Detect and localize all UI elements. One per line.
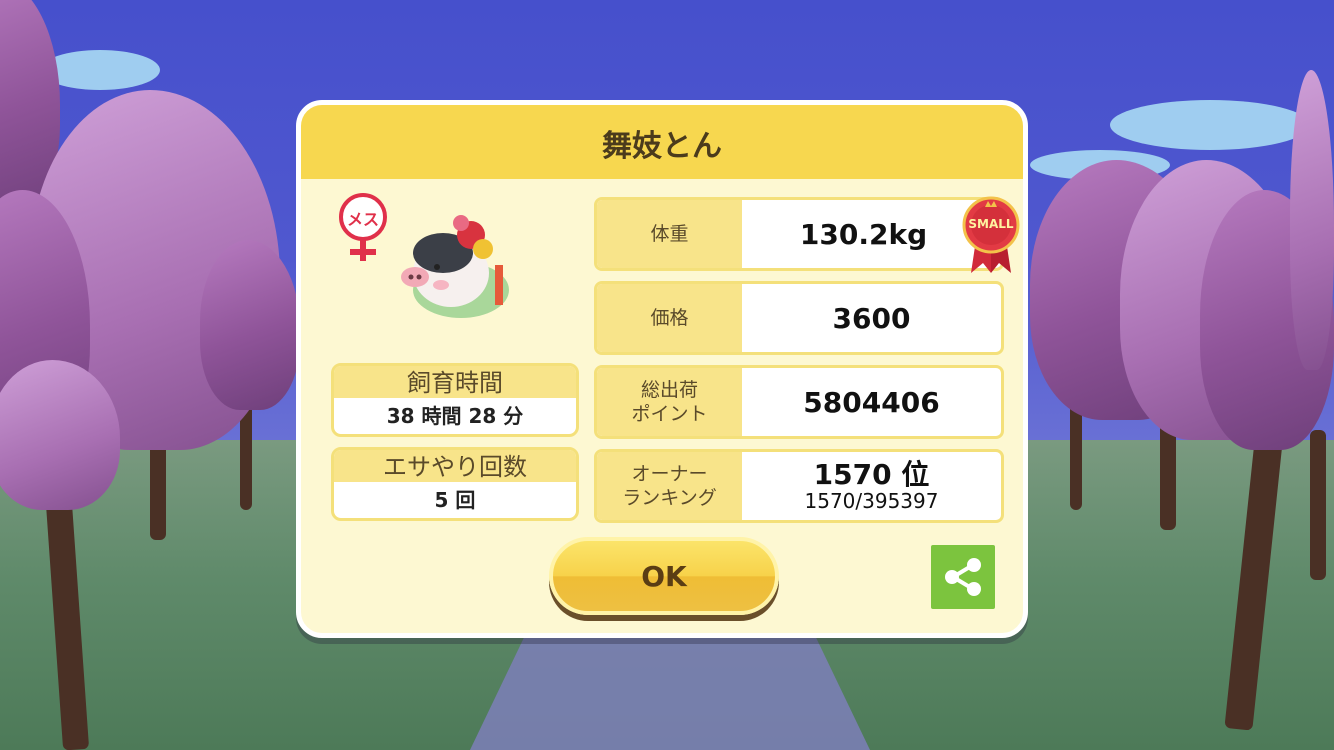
stat-value: 5 回 (434, 488, 476, 512)
stat-raising-time: 飼育時間 38 時間 28 分 (331, 363, 579, 437)
gender-label: メス (346, 210, 379, 229)
share-icon (945, 558, 981, 596)
female-icon (337, 193, 389, 269)
row-value: 1570 位 1570/395397 (742, 452, 1001, 520)
stat-label: 飼育時間 (334, 366, 576, 398)
pig-result-dialog: 舞妓とん メス 飼育時間 38 時間 28 分 エサやり回数 5 回 体重 13… (296, 100, 1028, 638)
small-ribbon-icon: SMALL (961, 195, 1021, 275)
dialog-title: 舞妓とん (301, 105, 1023, 179)
stat-feed-count: エサやり回数 5 回 (331, 447, 579, 521)
row-label: 総出荷 ポイント (597, 368, 742, 436)
row-label: オーナー ランキング (597, 452, 742, 520)
row-label-line: ランキング (622, 487, 717, 509)
stat-label: エサやり回数 (334, 450, 576, 482)
stat-value: 38 時間 28 分 (386, 404, 524, 428)
ribbon-label: SMALL (968, 217, 1014, 231)
row-value: 5804406 (803, 385, 940, 419)
pig-character (391, 205, 521, 325)
row-label-line: 総出荷 (640, 379, 698, 401)
ok-button[interactable]: OK (549, 537, 779, 615)
tree-trunk (1310, 430, 1326, 580)
row-total-points: 総出荷 ポイント 5804406 (594, 365, 1004, 439)
row-label: 価格 (597, 284, 742, 352)
row-value: 3600 (832, 301, 911, 335)
row-label: 体重 (597, 200, 742, 268)
row-owner-ranking: オーナー ランキング 1570 位 1570/395397 (594, 449, 1004, 523)
ranking-value: 1570 位 (813, 458, 930, 491)
ranking-sub: 1570/395397 (804, 489, 939, 513)
tree-trunk (1070, 400, 1082, 510)
row-label-line: ポイント (631, 403, 708, 425)
tree-canopy (200, 240, 300, 410)
cloud (1110, 100, 1310, 150)
weight-value: 130.2kg (799, 217, 928, 251)
row-label-line: オーナー (631, 463, 708, 485)
row-price: 価格 3600 (594, 281, 1004, 355)
row-weight: 体重 130.2kg (594, 197, 1004, 271)
share-button[interactable] (931, 545, 995, 609)
